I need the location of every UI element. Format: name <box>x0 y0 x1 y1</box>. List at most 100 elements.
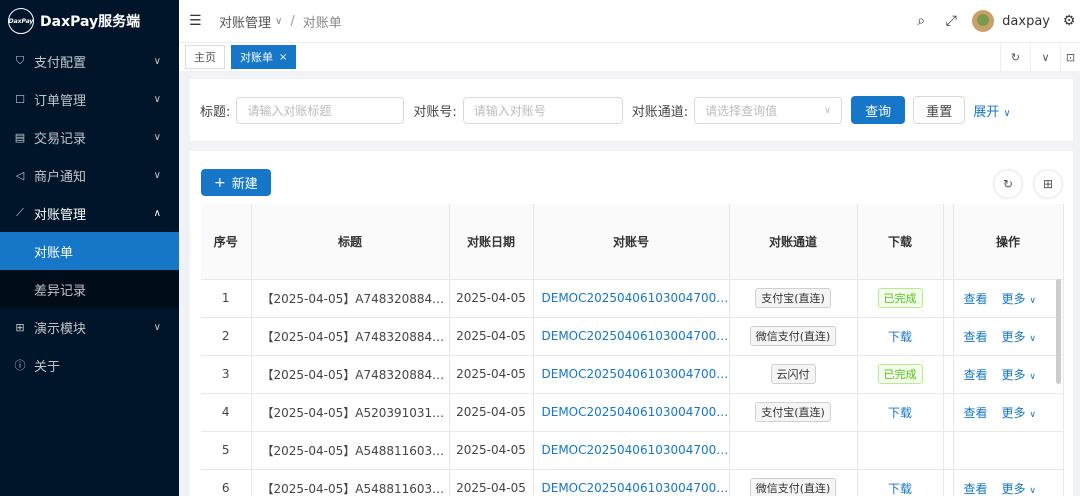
cell-num-link[interactable]: DEMOC20250406103004700021... <box>533 469 730 496</box>
info-icon: ⓘ <box>14 359 26 372</box>
cell-date: 2025-04-05 <box>449 393 534 432</box>
chevron-down-icon: ∨ <box>1029 371 1036 382</box>
sidebar-subitem-statement[interactable]: 对账单 <box>0 232 179 270</box>
header-seq: 序号 <box>201 204 252 280</box>
reset-button[interactable]: 重置 <box>913 96 966 124</box>
more-dropdown[interactable]: 更多 ∨ <box>1002 406 1036 420</box>
tab-home[interactable]: 主页 <box>185 45 225 69</box>
gear-icon[interactable]: ⚙ <box>1058 13 1080 29</box>
cell-date: 2025-04-05 <box>449 279 534 318</box>
new-button[interactable]: + 新建 <box>201 169 271 196</box>
chevron-down-icon: ∨ <box>153 93 161 105</box>
sidebar-item-about[interactable]: ⓘ 关于 <box>0 346 179 384</box>
table-header-row: 序号 标题 对账日期 对账号 对账通道 下载 操作 <box>201 204 1064 280</box>
header-actions: ⌕ ⤢ daxpay ⚙ <box>906 0 1080 42</box>
refresh-button[interactable]: ↻ <box>993 169 1023 199</box>
chevron-down-icon[interactable]: ∨ <box>1030 43 1060 72</box>
table-row: 2 【2025-04-05】A74832088493... 2025-04-05 DE… <box>201 317 1064 356</box>
cell-seq: 6 <box>201 469 252 496</box>
search-icon[interactable]: ⌕ <box>906 13 936 29</box>
download-link[interactable]: 下载 <box>888 330 912 344</box>
app-title: DaxPay服务端 <box>40 14 141 30</box>
shield-icon: ⛉ <box>15 54 25 67</box>
more-label: 更多 <box>1001 481 1026 496</box>
cell-seq: 5 <box>201 431 252 470</box>
cell-spacer <box>943 469 954 496</box>
avatar[interactable] <box>972 10 995 32</box>
sidebar-item-label: 对账管理 <box>34 207 87 223</box>
reload-icon[interactable]: ↻ <box>1000 43 1030 72</box>
refresh-icon: ↻ <box>1002 177 1014 191</box>
breadcrumb-separator: / <box>290 13 295 29</box>
cell-seq: 4 <box>201 393 252 432</box>
channel-select[interactable]: 请选择查询值 ∨ <box>694 96 843 124</box>
view-link[interactable]: 查看 <box>964 330 988 344</box>
sidebar-item-notify[interactable]: ◁ 商户通知 ∨ <box>0 156 179 194</box>
header-spacer <box>943 204 954 280</box>
cell-num-link[interactable]: DEMOC20250406103004700021... <box>533 317 730 356</box>
title-input[interactable]: 请输入对账标题 <box>236 96 405 124</box>
view-link[interactable]: 查看 <box>964 368 988 382</box>
sidebar-item-order[interactable]: ☐ 订单管理 ∨ <box>0 80 179 118</box>
sidebar-item-trade[interactable]: ▤ 交易记录 ∨ <box>0 118 179 156</box>
breadcrumb-parent[interactable]: 对账管理 <box>219 12 271 31</box>
sidebar-item-demo[interactable]: ⊞ 演示模块 ∨ <box>0 308 179 346</box>
fullscreen-icon[interactable]: ⤢ <box>936 13 966 29</box>
more-label: 更多 <box>1001 291 1026 306</box>
table-row: 1 【2025-04-05】A74832088493... 2025-04-05 DE… <box>201 279 1064 318</box>
chevron-down-icon: ∨ <box>1003 107 1011 119</box>
expand-link[interactable]: 展开 ∨ <box>973 101 1010 120</box>
cell-num-link[interactable]: DEMOC20250406103004700021... <box>533 393 730 432</box>
breadcrumb: 对账管理 ∨ / 对账单 <box>219 12 342 31</box>
cell-num-link[interactable]: DEMOC20250406103004700021... <box>533 431 730 470</box>
channel-tag: 支付宝(直连) <box>755 288 831 308</box>
cell-seq: 2 <box>201 317 252 356</box>
more-dropdown[interactable]: 更多 ∨ <box>1002 368 1036 382</box>
more-dropdown[interactable]: 更多 ∨ <box>1002 482 1036 496</box>
channel-tag: 云闪付 <box>770 364 816 384</box>
header: ☰ 对账管理 ∨ / 对账单 ⌕ ⤢ daxpay ⚙ <box>179 0 1080 42</box>
close-icon[interactable]: × <box>279 52 287 63</box>
expand-icon[interactable]: ⊡ <box>1060 43 1080 72</box>
cell-num-link[interactable]: DEMOC20250406103004700021... <box>533 355 730 394</box>
no-label: 对账号: <box>413 104 457 120</box>
view-link[interactable]: 查看 <box>964 406 988 420</box>
cell-date: 2025-04-05 <box>449 469 534 496</box>
tab-bar: 主页 对账单 × ↻ ∨ ⊡ <box>179 42 1080 72</box>
download-link[interactable]: 下载 <box>888 406 912 420</box>
no-input[interactable]: 请输入对账号 <box>462 96 623 124</box>
search-panel: 标题: 请输入对账标题 对账号: 请输入对账号 对账通道: 请选择查询值 ∨ 查… <box>190 79 1073 141</box>
header-ops: 操作 <box>953 204 1064 280</box>
download-link[interactable]: 下载 <box>888 482 912 496</box>
query-button[interactable]: 查询 <box>851 96 906 124</box>
sidebar-item-reconcile[interactable]: ⟋ 对账管理 ∧ <box>0 194 179 232</box>
cell-title: 【2025-04-05】A74832088493... <box>251 355 450 394</box>
cell-date: 2025-04-05 <box>449 317 534 356</box>
tab-statement[interactable]: 对账单 × <box>231 45 297 69</box>
grid-icon: ⊞ <box>15 320 25 334</box>
cell-spacer <box>943 355 954 394</box>
header-channel: 对账通道 <box>729 204 858 280</box>
cell-title: 【2025-04-05】A74832088493... <box>251 317 450 356</box>
header-download: 下载 <box>857 204 944 280</box>
column-settings-button[interactable]: ⊞ <box>1033 169 1063 199</box>
sidebar-item-pay-config[interactable]: ⛉ 支付配置 ∨ <box>0 42 179 80</box>
username[interactable]: daxpay <box>1002 14 1050 29</box>
cell-num-link[interactable]: DEMOC20250406103004700021... <box>533 279 730 318</box>
breadcrumb-current: 对账单 <box>302 15 342 31</box>
table-scrollbar[interactable] <box>1056 279 1061 384</box>
channel-tag: 微信支付(直连) <box>749 326 837 346</box>
view-link[interactable]: 查看 <box>964 482 988 496</box>
more-dropdown[interactable]: 更多 ∨ <box>1002 330 1036 344</box>
wand-icon: ⟋ <box>16 206 24 219</box>
sidebar-subitem-diff[interactable]: 差异记录 <box>0 270 179 308</box>
cell-date: 2025-04-05 <box>449 431 534 470</box>
cell-channel <box>729 431 858 470</box>
view-link[interactable]: 查看 <box>964 292 988 306</box>
channel-tag: 微信支付(直连) <box>749 478 837 496</box>
cell-ops: 查看 更多 ∨ <box>953 279 1064 318</box>
menu-fold-icon[interactable]: ☰ <box>189 13 205 29</box>
chevron-down-icon: ∨ <box>1029 333 1036 344</box>
header-date: 对账日期 <box>449 204 534 280</box>
more-dropdown[interactable]: 更多 ∨ <box>1002 292 1036 306</box>
